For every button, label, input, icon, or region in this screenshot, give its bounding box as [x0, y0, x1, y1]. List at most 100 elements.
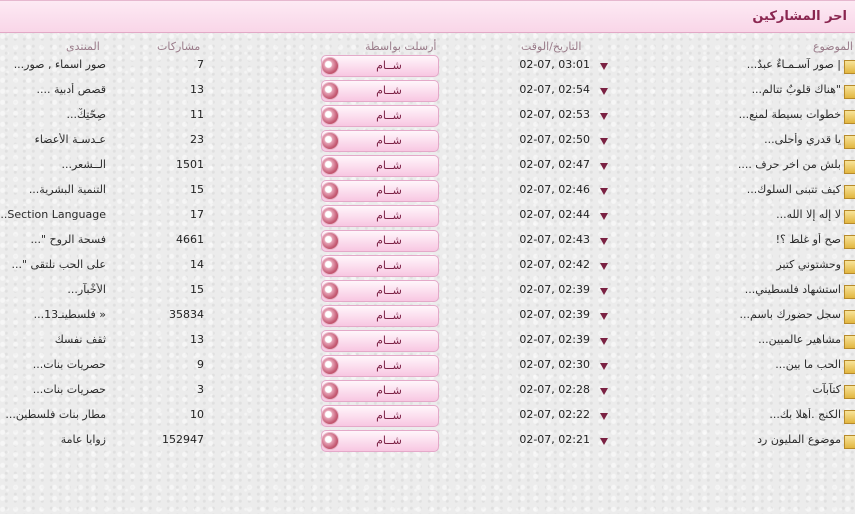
- folder-icon: [844, 210, 855, 224]
- column-header-forum: المنتدى: [66, 40, 100, 53]
- author-link[interactable]: شــام: [321, 430, 439, 452]
- forum-link[interactable]: التنمية البشرية...: [0, 183, 106, 196]
- post-count: 4661: [176, 233, 204, 246]
- topic-link[interactable]: | صور آسـمـاءٌ عبدٌ...: [621, 58, 841, 71]
- user-avatar-icon: [321, 407, 339, 425]
- topic-link[interactable]: سجل حضورك باسم...: [621, 308, 841, 321]
- dropdown-arrow-icon[interactable]: [600, 188, 608, 195]
- folder-icon: [844, 235, 855, 249]
- dropdown-arrow-icon[interactable]: [600, 388, 608, 395]
- post-datetime: 02-07, 02:39: [519, 283, 590, 296]
- author-link[interactable]: شــام: [321, 380, 439, 402]
- last-posters-header: احر المشاركين: [0, 0, 855, 33]
- author-name: شــام: [376, 434, 402, 447]
- topic-link[interactable]: وحشتوني كتير: [621, 258, 841, 271]
- folder-icon: [844, 360, 855, 374]
- topic-link[interactable]: كيف تتبنى السلوك...: [621, 183, 841, 196]
- forum-link[interactable]: صِحّتِكْ...: [0, 108, 106, 121]
- author-link[interactable]: شــام: [321, 405, 439, 427]
- folder-icon: [844, 185, 855, 199]
- post-count: 152947: [162, 433, 204, 446]
- dropdown-arrow-icon[interactable]: [600, 113, 608, 120]
- author-name: شــام: [376, 109, 402, 122]
- topic-link[interactable]: استشهاد فلسطيني...: [621, 283, 841, 296]
- topic-link[interactable]: موضوع المليون رد: [621, 433, 841, 446]
- topic-link[interactable]: خطوات بسيطة لمنع...: [621, 108, 841, 121]
- author-name: شــام: [376, 359, 402, 372]
- dropdown-arrow-icon[interactable]: [600, 363, 608, 370]
- author-name: شــام: [376, 134, 402, 147]
- forum-link[interactable]: حصريات بنات...: [0, 358, 106, 371]
- post-count: 7: [197, 58, 204, 71]
- forum-link[interactable]: صور اسماء , صور...: [0, 58, 106, 71]
- topic-link[interactable]: كتآبآت: [621, 383, 841, 396]
- forum-link[interactable]: زوايا عامة: [0, 433, 106, 446]
- author-name: شــام: [376, 84, 402, 97]
- user-avatar-icon: [321, 257, 339, 275]
- topic-link[interactable]: الحب ما بين...: [621, 358, 841, 371]
- dropdown-arrow-icon[interactable]: [600, 163, 608, 170]
- table-row: "هناك قلوبٌ تتالم... 02-07, 02:54 شــام …: [0, 80, 855, 106]
- dropdown-arrow-icon[interactable]: [600, 338, 608, 345]
- forum-link[interactable]: عـدسـة الأعضاء: [0, 133, 106, 146]
- author-link[interactable]: شــام: [321, 105, 439, 127]
- dropdown-arrow-icon[interactable]: [600, 438, 608, 445]
- topic-link[interactable]: صح أو غلط ؟!: [621, 233, 841, 246]
- post-datetime: 02-07, 02:54: [519, 83, 590, 96]
- table-row: لا إله إلا الله... 02-07, 02:44 شــام 17…: [0, 205, 855, 231]
- table-row: مشاهير عالميين... 02-07, 02:39 شــام 13 …: [0, 330, 855, 356]
- author-name: شــام: [376, 159, 402, 172]
- folder-icon: [844, 60, 855, 74]
- forum-link[interactable]: مطار بنات فلسطين...: [0, 408, 106, 421]
- dropdown-arrow-icon[interactable]: [600, 138, 608, 145]
- topic-link[interactable]: الكنج .أهلا بك...: [621, 408, 841, 421]
- user-avatar-icon: [321, 282, 339, 300]
- author-link[interactable]: شــام: [321, 80, 439, 102]
- post-count: 13: [190, 83, 204, 96]
- forum-link[interactable]: على الحب نلتقى "...: [0, 258, 106, 271]
- author-link[interactable]: شــام: [321, 130, 439, 152]
- dropdown-arrow-icon[interactable]: [600, 88, 608, 95]
- dropdown-arrow-icon[interactable]: [600, 238, 608, 245]
- user-avatar-icon: [321, 82, 339, 100]
- topic-link[interactable]: لا إله إلا الله...: [621, 208, 841, 221]
- user-avatar-icon: [321, 207, 339, 225]
- forum-link[interactable]: « فلسطينـ13...: [0, 308, 106, 321]
- author-link[interactable]: شــام: [321, 155, 439, 177]
- topic-link[interactable]: بلش من اخر حرف ....: [621, 158, 841, 171]
- dropdown-arrow-icon[interactable]: [600, 63, 608, 70]
- author-link[interactable]: شــام: [321, 180, 439, 202]
- table-row: الكنج .أهلا بك... 02-07, 02:22 شــام 10 …: [0, 405, 855, 431]
- dropdown-arrow-icon[interactable]: [600, 263, 608, 270]
- author-link[interactable]: شــام: [321, 355, 439, 377]
- author-link[interactable]: شــام: [321, 55, 439, 77]
- forum-link[interactable]: فسحة الروح "...: [0, 233, 106, 246]
- column-header-posts: مشاركات: [157, 40, 201, 53]
- post-datetime: 02-07, 02:28: [519, 383, 590, 396]
- forum-link[interactable]: ثقف نفسك: [0, 333, 106, 346]
- topic-link[interactable]: "هناك قلوبٌ تتالم...: [621, 83, 841, 96]
- forum-link[interactable]: الأخْبآر...: [0, 283, 106, 296]
- author-link[interactable]: شــام: [321, 255, 439, 277]
- author-link[interactable]: شــام: [321, 330, 439, 352]
- topic-link[interactable]: يا قدري وأحلى...: [621, 133, 841, 146]
- post-datetime: 02-07, 02:22: [519, 408, 590, 421]
- forum-link[interactable]: Section Language...: [0, 208, 106, 221]
- author-link[interactable]: شــام: [321, 280, 439, 302]
- post-count: 1501: [176, 158, 204, 171]
- author-link[interactable]: شــام: [321, 205, 439, 227]
- author-link[interactable]: شــام: [321, 230, 439, 252]
- dropdown-arrow-icon[interactable]: [600, 413, 608, 420]
- forum-link[interactable]: حصريات بنات...: [0, 383, 106, 396]
- table-row: كتآبآت 02-07, 02:28 شــام 3 حصريات بنات.…: [0, 380, 855, 406]
- folder-icon: [844, 335, 855, 349]
- post-count: 17: [190, 208, 204, 221]
- dropdown-arrow-icon[interactable]: [600, 213, 608, 220]
- author-link[interactable]: شــام: [321, 305, 439, 327]
- dropdown-arrow-icon[interactable]: [600, 288, 608, 295]
- topic-link[interactable]: مشاهير عالميين...: [621, 333, 841, 346]
- forum-link[interactable]: قصص أدبية ....: [0, 83, 107, 96]
- forum-link[interactable]: الــشعر...: [0, 158, 106, 171]
- dropdown-arrow-icon[interactable]: [600, 313, 608, 320]
- post-count: 13: [190, 333, 204, 346]
